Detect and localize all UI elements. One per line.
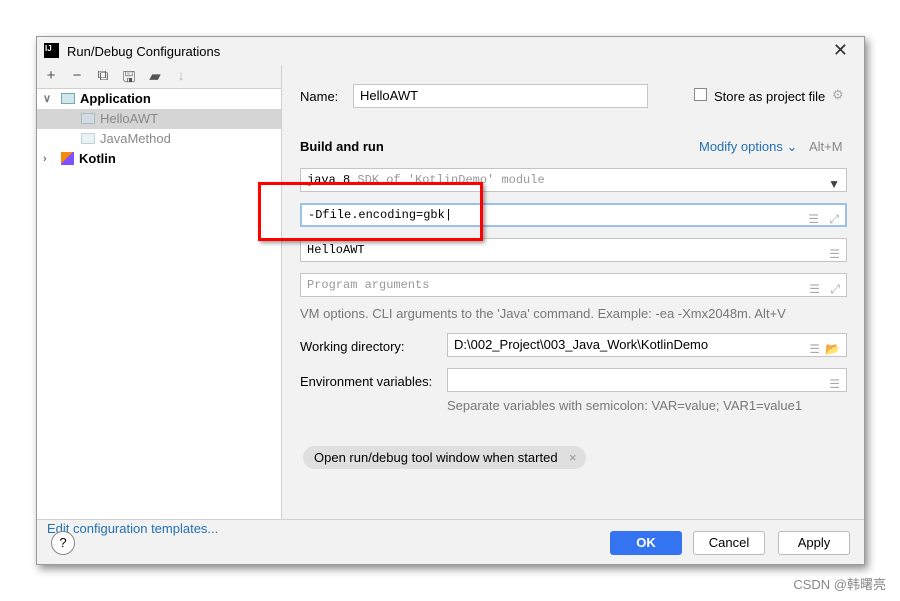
new-folder-icon[interactable]: ▰: [147, 67, 163, 86]
store-checkbox[interactable]: [694, 88, 707, 101]
main-class-input[interactable]: HelloAWT ☰: [300, 238, 847, 262]
chip-label: Open run/debug tool window when started: [314, 450, 558, 465]
close-icon[interactable]: ×: [569, 450, 577, 465]
section-title: Build and run: [300, 139, 384, 154]
open-tool-window-chip[interactable]: Open run/debug tool window when started ×: [303, 446, 586, 469]
chevron-down-icon[interactable]: ∨: [43, 89, 51, 109]
chevron-down-icon: ⌄: [786, 139, 798, 154]
application-icon: [61, 93, 75, 104]
title-bar: IJ Run/Debug Configurations ✕: [37, 37, 864, 65]
config-form: Name: HelloAWT Store as project file ⚙ B…: [283, 65, 865, 519]
list-icon[interactable]: ☰: [809, 338, 820, 360]
tree-item-application[interactable]: ∨ Application: [37, 89, 281, 109]
apply-button[interactable]: Apply: [778, 531, 850, 555]
copy-icon[interactable]: ⧉: [95, 67, 111, 86]
workdir-label: Working directory:: [300, 339, 405, 354]
ok-button[interactable]: OK: [610, 531, 682, 555]
program-args-placeholder: Program arguments: [307, 278, 430, 292]
tree-item-kotlin[interactable]: › Kotlin: [37, 149, 281, 169]
env-input[interactable]: ☰: [447, 368, 847, 392]
expand-icon[interactable]: ⤢: [830, 278, 840, 300]
button-bar: ? OK Cancel Apply: [37, 519, 864, 565]
vm-hint: VM options. CLI arguments to the 'Java' …: [300, 306, 786, 321]
modify-shortcut: Alt+M: [809, 139, 843, 154]
workdir-value: D:\002_Project\003_Java_Work\KotlinDemo: [454, 337, 709, 352]
list-icon[interactable]: ☰: [829, 373, 840, 395]
save-icon[interactable]: 🖫: [121, 67, 137, 86]
name-label: Name:: [300, 89, 339, 104]
store-label[interactable]: Store as project file: [714, 89, 825, 104]
tree-item-label: HelloAWT: [100, 111, 159, 126]
close-icon[interactable]: ✕: [833, 40, 848, 61]
highlight-annotation: [258, 182, 483, 241]
tree-item-helloawt[interactable]: HelloAWT: [37, 109, 281, 129]
expand-icon[interactable]: ⤢: [829, 209, 839, 229]
chevron-right-icon[interactable]: ›: [43, 149, 47, 169]
application-icon: [81, 133, 95, 144]
name-input[interactable]: HelloAWT: [353, 84, 648, 108]
gear-icon[interactable]: ⚙: [832, 87, 844, 103]
tree-item-label: Kotlin: [79, 151, 116, 166]
dropdown-arrow-icon: ▼: [828, 177, 840, 191]
watermark: CSDN @韩曙亮: [793, 577, 886, 592]
dialog-title: Run/Debug Configurations: [67, 44, 221, 59]
intellij-logo-icon: IJ: [44, 43, 59, 58]
add-icon[interactable]: +: [43, 67, 59, 86]
run-debug-dialog: IJ Run/Debug Configurations ✕ + − ⧉ 🖫 ▰ …: [36, 36, 865, 565]
remove-icon[interactable]: −: [69, 67, 85, 86]
list-icon[interactable]: ☰: [829, 243, 840, 265]
program-args-input[interactable]: Program arguments ☰ ⤢: [300, 273, 847, 297]
workdir-input[interactable]: D:\002_Project\003_Java_Work\KotlinDemo ☰…: [447, 333, 847, 357]
kotlin-icon: [61, 152, 74, 165]
main-class-value: HelloAWT: [307, 243, 365, 257]
help-button[interactable]: ?: [51, 531, 75, 555]
tree-item-javamethod[interactable]: JavaMethod: [37, 129, 281, 149]
env-hint: Separate variables with semicolon: VAR=v…: [447, 398, 803, 413]
sort-icon[interactable]: ↓: [173, 67, 189, 86]
application-icon: [81, 113, 95, 124]
tree-item-label: Application: [80, 91, 151, 106]
list-icon[interactable]: ☰: [809, 278, 820, 300]
tree-toolbar: + − ⧉ 🖫 ▰ ↓: [37, 65, 281, 89]
tree-item-label: JavaMethod: [100, 131, 171, 146]
config-tree-panel: + − ⧉ 🖫 ▰ ↓ ∨ Application HelloAWT JavaMe…: [37, 65, 282, 536]
list-icon[interactable]: ☰: [808, 209, 819, 229]
env-label: Environment variables:: [300, 374, 433, 389]
folder-icon[interactable]: 📂: [825, 338, 840, 360]
cancel-button[interactable]: Cancel: [693, 531, 765, 555]
modify-options-link[interactable]: Modify options ⌄: [699, 139, 797, 155]
modify-options-label: Modify options: [699, 139, 783, 154]
